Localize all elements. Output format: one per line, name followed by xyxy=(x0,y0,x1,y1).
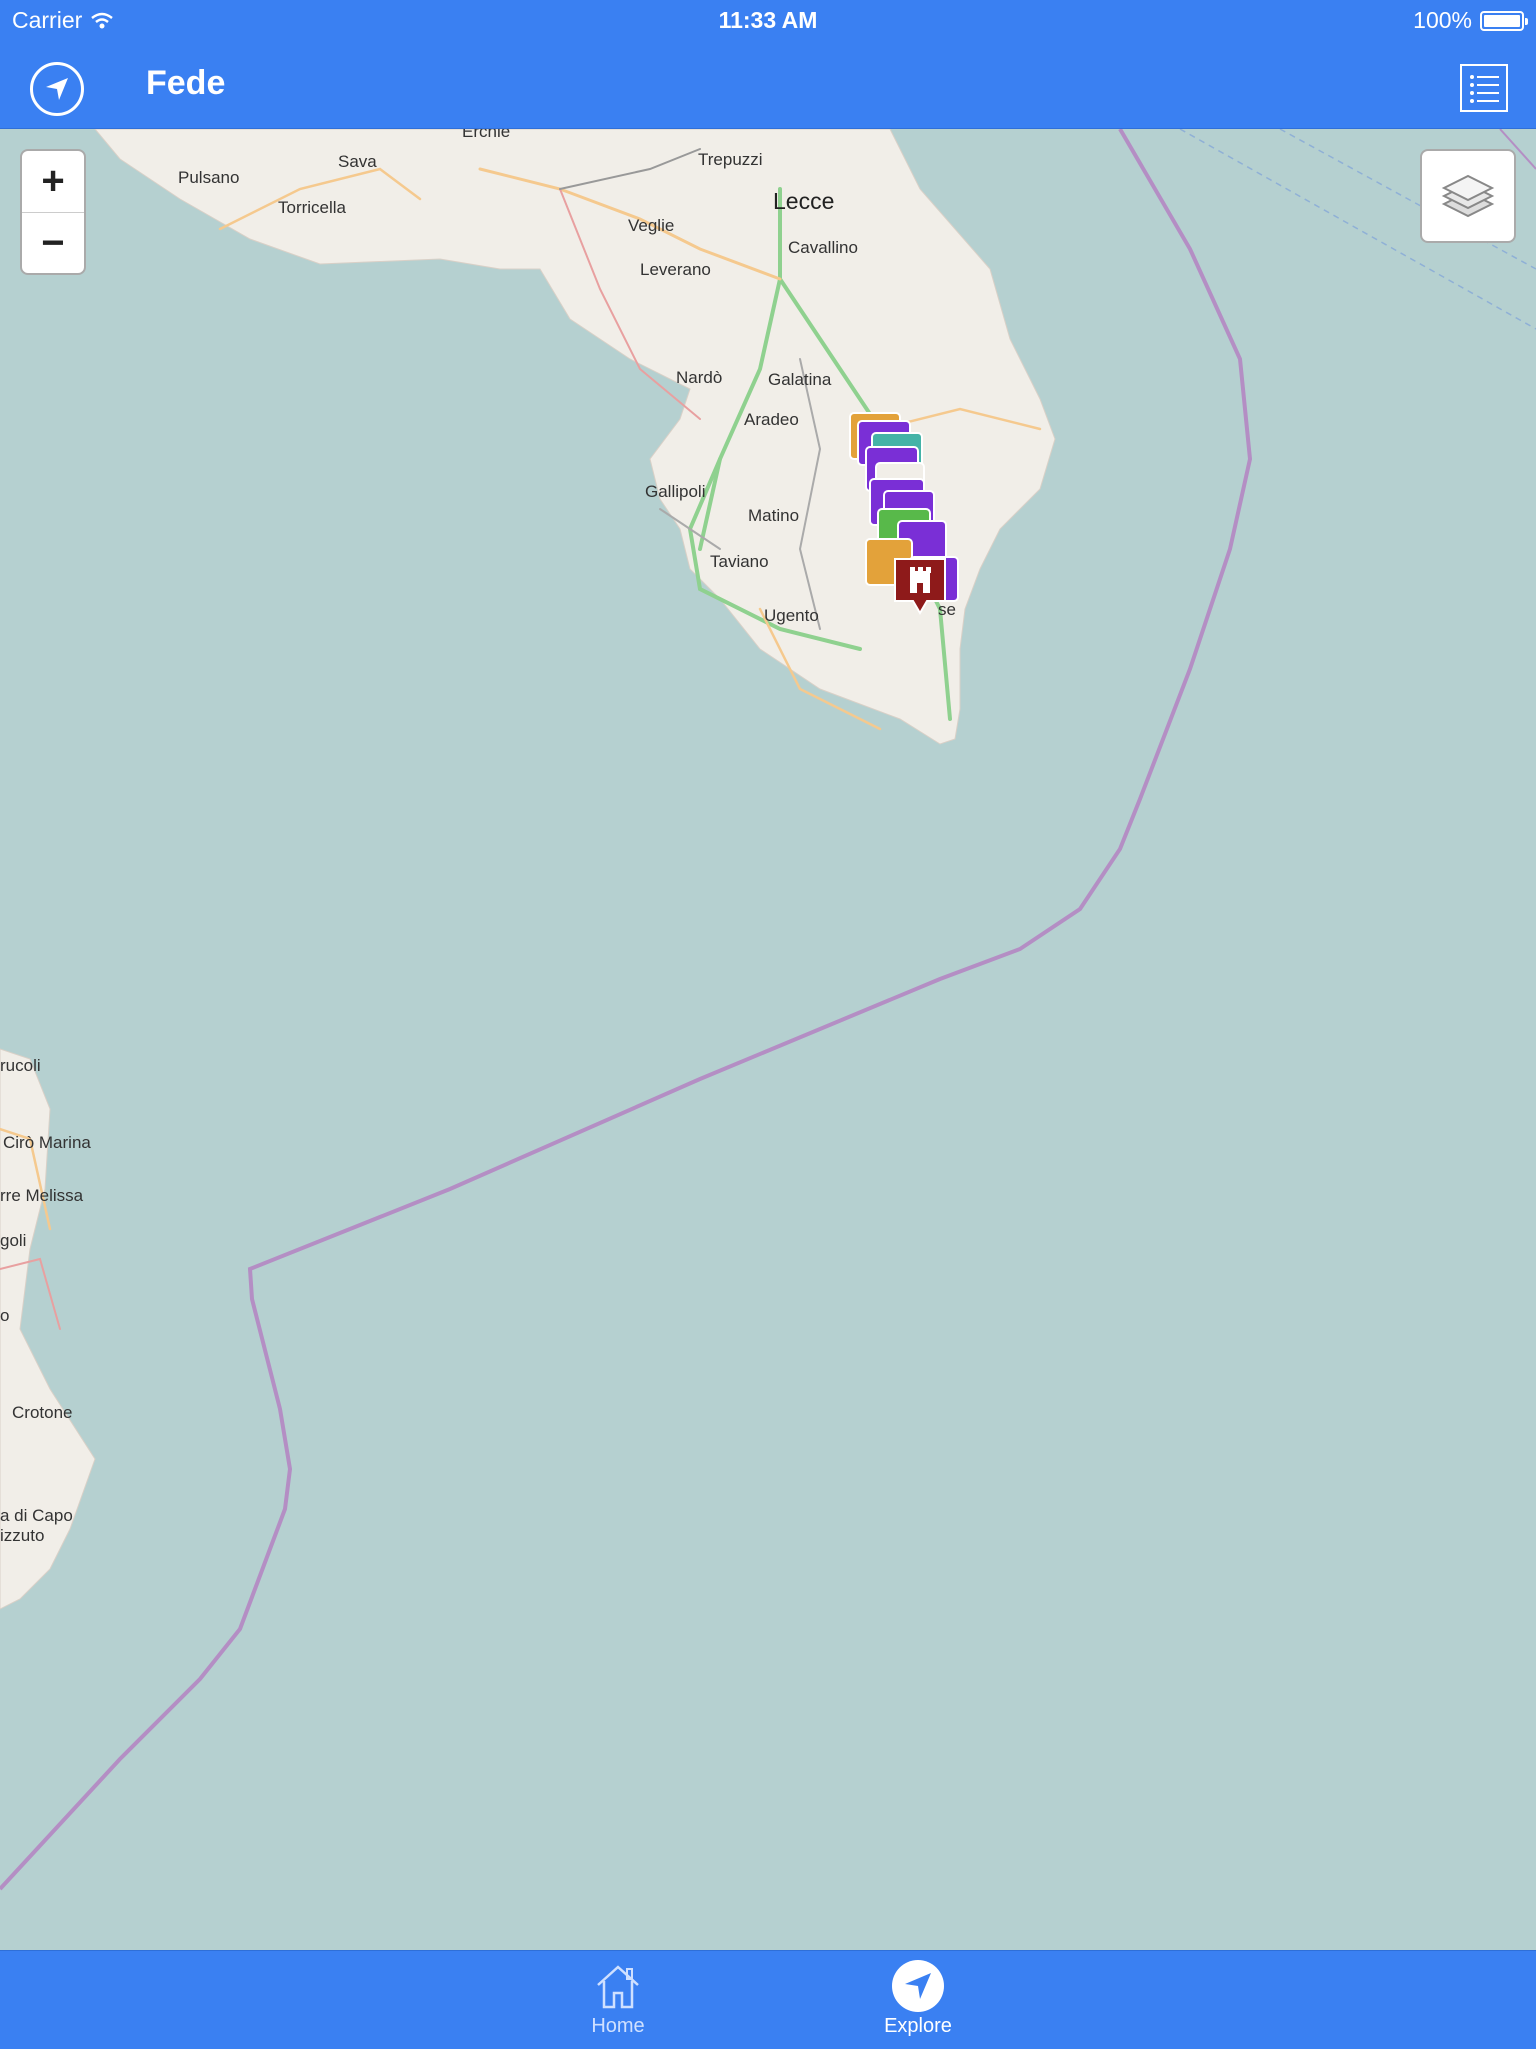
battery-icon xyxy=(1480,10,1528,31)
place-label: Nardò xyxy=(676,368,722,387)
tab-bar: Home Explore xyxy=(0,1950,1536,2049)
map-view[interactable]: Erchie Sava Pulsano Torricella Trepuzzi … xyxy=(0,129,1536,1950)
place-label: Galatina xyxy=(768,370,832,389)
place-label: Ugento xyxy=(764,606,819,625)
place-label: Veglie xyxy=(628,216,674,235)
tab-home-label: Home xyxy=(591,2015,645,2037)
place-label: Aradeo xyxy=(744,410,799,429)
battery-percent: 100% xyxy=(1413,7,1472,33)
compass-icon xyxy=(892,1960,944,2012)
status-bar: Carrier 11:33 AM 100% xyxy=(0,0,1536,42)
location-arrow-icon[interactable] xyxy=(30,62,84,116)
place-label: Gallipoli xyxy=(645,482,705,501)
place-label: Erchie xyxy=(462,129,510,141)
home-icon xyxy=(597,1965,639,2009)
place-label: rucoli xyxy=(0,1056,41,1075)
place-label: Pulsano xyxy=(178,168,239,187)
place-label: Sava xyxy=(338,152,377,171)
place-label: se xyxy=(938,600,956,619)
place-label: Cirò Marina xyxy=(3,1133,91,1152)
place-label: a di Capo xyxy=(0,1506,73,1525)
place-label: izzuto xyxy=(0,1526,44,1545)
layers-icon xyxy=(1441,174,1495,218)
place-label: Leverano xyxy=(640,260,711,279)
list-icon[interactable] xyxy=(1460,64,1508,112)
place-label: Taviano xyxy=(710,552,769,571)
place-label: Cavallino xyxy=(788,238,858,257)
status-time: 11:33 AM xyxy=(718,7,818,33)
zoom-in-button[interactable]: + xyxy=(22,151,84,213)
tab-explore-label: Explore xyxy=(884,2015,952,2037)
navigation-bar: Fede xyxy=(0,42,1536,129)
place-label: goli xyxy=(0,1231,26,1250)
place-label: o xyxy=(0,1306,9,1325)
page-title: Fede xyxy=(146,64,226,102)
tab-explore[interactable]: Explore xyxy=(838,1957,998,2038)
place-label: Crotone xyxy=(12,1403,72,1422)
tab-home[interactable]: Home xyxy=(538,1957,698,2038)
place-label: Torricella xyxy=(278,198,347,217)
place-label: rre Melissa xyxy=(0,1186,84,1205)
place-label: Matino xyxy=(748,506,799,525)
place-label: Lecce xyxy=(773,188,834,214)
zoom-control: + − xyxy=(20,149,86,275)
zoom-out-button[interactable]: − xyxy=(22,213,84,273)
battery-group: 100% xyxy=(1413,7,1528,34)
place-label: Trepuzzi xyxy=(698,150,763,169)
layers-button[interactable] xyxy=(1420,149,1516,243)
